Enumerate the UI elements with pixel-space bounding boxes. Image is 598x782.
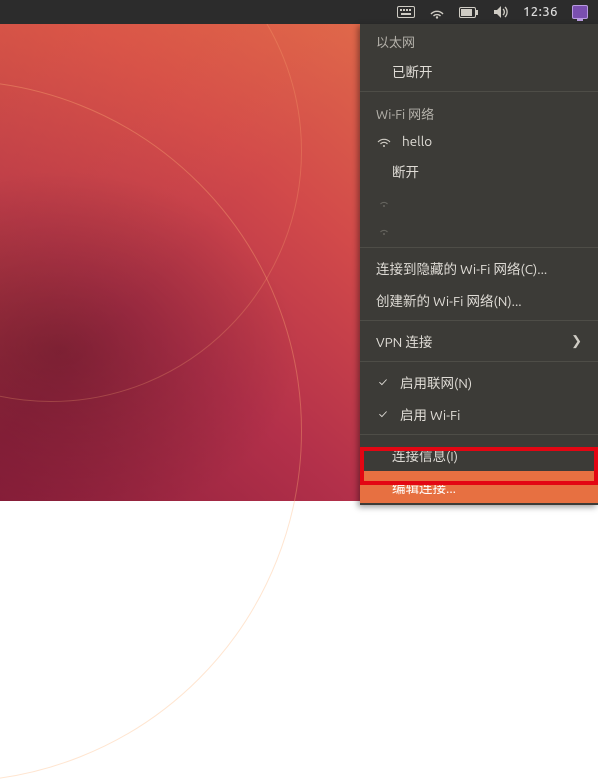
wifi-network-hello[interactable]: hello <box>360 127 598 155</box>
wifi-signal-weak-icon <box>376 193 392 209</box>
enable-networking[interactable]: ✓ 启用联网(N) <box>360 366 598 398</box>
checkmark-icon: ✓ <box>376 408 390 421</box>
chevron-right-icon: ❯ <box>571 334 582 349</box>
wifi-network-empty[interactable] <box>360 215 598 243</box>
checkmark-icon: ✓ <box>376 376 390 389</box>
wifi-signal-weak-icon <box>376 221 392 237</box>
wifi-header: Wi-Fi 网络 <box>360 96 598 127</box>
wifi-signal-icon <box>376 133 392 149</box>
wifi-network-empty[interactable] <box>360 187 598 215</box>
separator <box>360 91 598 92</box>
clock[interactable]: 12:36 <box>523 5 558 19</box>
separator <box>360 247 598 248</box>
enable-networking-label: 启用联网(N) <box>400 372 472 392</box>
network-menu: 以太网 已断开 Wi-Fi 网络 hello 断开 连接到隐藏的 Wi-Fi 网… <box>360 24 598 505</box>
ethernet-disconnected[interactable]: 已断开 <box>360 55 598 87</box>
enable-wifi[interactable]: ✓ 启用 Wi-Fi <box>360 398 598 430</box>
separator <box>360 361 598 362</box>
battery-icon[interactable] <box>459 7 479 18</box>
separator <box>360 434 598 435</box>
vpn-label: VPN 连接 <box>376 331 432 351</box>
separator <box>360 320 598 321</box>
keyboard-icon[interactable] <box>397 6 415 18</box>
network-indicator-icon[interactable] <box>429 4 445 20</box>
top-menu-bar: 12:36 <box>0 0 598 24</box>
connect-hidden-wifi[interactable]: 连接到隐藏的 Wi-Fi 网络(C)... <box>360 252 598 284</box>
sound-icon[interactable] <box>493 5 509 19</box>
ethernet-header: 以太网 <box>360 24 598 55</box>
edit-connections[interactable]: 编辑连接... <box>360 471 598 503</box>
vpn-connections[interactable]: VPN 连接 ❯ <box>360 325 598 357</box>
enable-wifi-label: 启用 Wi-Fi <box>400 404 460 424</box>
monitor-icon[interactable] <box>572 5 588 19</box>
connection-info[interactable]: 连接信息(I) <box>360 439 598 471</box>
wifi-network-label: hello <box>402 133 432 149</box>
create-new-wifi[interactable]: 创建新的 Wi-Fi 网络(N)... <box>360 284 598 316</box>
wifi-disconnect[interactable]: 断开 <box>360 155 598 187</box>
